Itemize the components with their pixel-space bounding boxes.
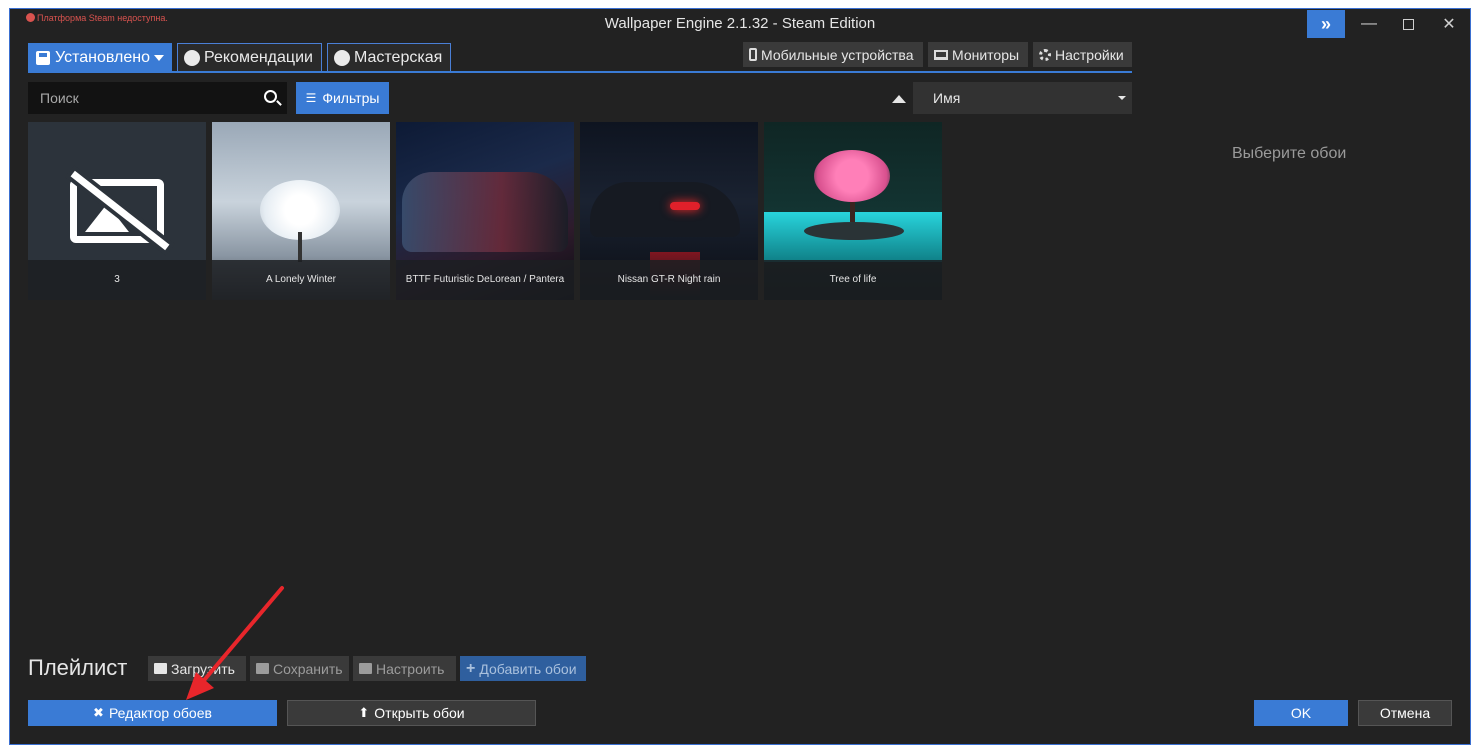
wallpaper-title: Tree of life	[764, 260, 942, 300]
cancel-button[interactable]: Отмена	[1358, 700, 1452, 726]
maximize-icon	[1402, 18, 1414, 30]
wallpaper-title: Nissan GT-R Night rain	[580, 260, 758, 300]
floppy-icon	[36, 50, 50, 65]
wallpaper-tile[interactable]: Nissan GT-R Night rain	[580, 122, 758, 300]
folder-open-icon	[154, 663, 167, 674]
select-wallpaper-hint: Выберите обои	[1232, 145, 1347, 162]
wallpaper-title: 3	[28, 260, 206, 300]
playlist-load-label: Загрузить	[171, 660, 235, 677]
sort-selected-value: Имя	[933, 90, 961, 106]
mobile-devices-button[interactable]: Мобильные устройства	[743, 42, 923, 67]
compass-icon	[184, 49, 200, 66]
minimize-icon: —	[1361, 15, 1377, 32]
open-wallpaper-label: Открыть обои	[374, 705, 465, 721]
gears-icon	[359, 663, 372, 674]
filter-list-icon: ☰	[305, 91, 317, 105]
tab-installed-label: Установлено	[55, 48, 150, 66]
plus-icon: +	[466, 659, 476, 677]
settings-label: Настройки	[1055, 46, 1124, 63]
minimize-button[interactable]: —	[1349, 9, 1389, 39]
wallpaper-preview	[260, 180, 340, 240]
wallpaper-tile[interactable]: BTTF Futuristic DeLorean / Pantera	[396, 122, 574, 300]
open-wallpaper-button[interactable]: ⬆ Открыть обои	[287, 700, 536, 726]
wallpaper-editor-label: Редактор обоев	[108, 705, 212, 721]
app-window: Платформа Steam недоступна. Wallpaper En…	[9, 8, 1471, 745]
tools-icon: ✖	[93, 705, 104, 720]
playlist-add-label: Добавить обои	[479, 660, 577, 677]
tab-workshop-label: Мастерская	[354, 48, 443, 66]
wallpaper-preview	[590, 182, 740, 237]
close-icon: ✕	[1442, 16, 1456, 33]
playlist-save-label: Сохранить	[273, 660, 343, 677]
sort-select[interactable]: Имя	[913, 82, 1132, 114]
monitors-button[interactable]: Мониторы	[928, 42, 1028, 67]
dropdown-arrow-icon	[1118, 96, 1126, 100]
gear-icon	[1039, 48, 1051, 61]
playlist-configure-label: Настроить	[376, 660, 445, 677]
phone-icon	[749, 48, 757, 61]
filters-label: Фильтры	[322, 90, 380, 106]
search-box	[28, 82, 287, 114]
maximize-button[interactable]	[1388, 9, 1428, 39]
filters-button[interactable]: ☰ Фильтры	[296, 82, 389, 114]
chevron-down-icon	[153, 54, 164, 61]
monitors-label: Мониторы	[952, 46, 1020, 63]
close-button[interactable]: ✕	[1429, 9, 1469, 39]
playlist-title: Плейлист	[28, 655, 128, 680]
cancel-label: Отмена	[1379, 705, 1431, 721]
wallpaper-title: A Lonely Winter	[212, 260, 390, 300]
ok-button[interactable]: OK	[1254, 700, 1348, 726]
playlist-configure-button[interactable]: Настроить	[353, 656, 456, 681]
double-chevron-right-icon: »	[1320, 13, 1331, 34]
search-icon[interactable]	[264, 90, 277, 103]
window-title: Wallpaper Engine 2.1.32 - Steam Edition	[604, 15, 876, 32]
playlist-add-button[interactable]: + Добавить обои	[460, 656, 586, 681]
sort-direction-icon[interactable]	[892, 95, 906, 103]
monitor-icon	[934, 49, 948, 60]
wallpaper-preview	[814, 150, 890, 202]
tab-workshop[interactable]: Мастерская	[327, 43, 451, 72]
steam-icon	[334, 49, 350, 66]
wallpaper-title: BTTF Futuristic DeLorean / Pantera	[396, 260, 574, 300]
wallpaper-tile[interactable]: Tree of life	[764, 122, 942, 300]
wallpaper-tile[interactable]: 3	[28, 122, 206, 300]
playlist-load-button[interactable]: Загрузить	[148, 656, 246, 681]
floppy-icon	[256, 663, 269, 674]
expand-panel-button[interactable]: »	[1307, 10, 1345, 38]
settings-button[interactable]: Настройки	[1033, 42, 1132, 67]
tab-installed[interactable]: Установлено	[28, 43, 172, 72]
upload-icon: ⬆	[358, 705, 370, 720]
playlist-save-button[interactable]: Сохранить	[250, 656, 349, 681]
search-input[interactable]	[40, 90, 240, 106]
ok-label: OK	[1290, 705, 1312, 721]
wallpaper-preview	[402, 172, 568, 252]
mobile-devices-label: Мобильные устройства	[761, 46, 914, 63]
tab-recommendations[interactable]: Рекомендации	[177, 43, 322, 72]
wallpaper-tile[interactable]: A Lonely Winter	[212, 122, 390, 300]
tab-recommendations-label: Рекомендации	[204, 48, 313, 66]
wallpaper-editor-button[interactable]: ✖ Редактор обоев	[28, 700, 277, 726]
tab-underline	[28, 71, 1132, 73]
